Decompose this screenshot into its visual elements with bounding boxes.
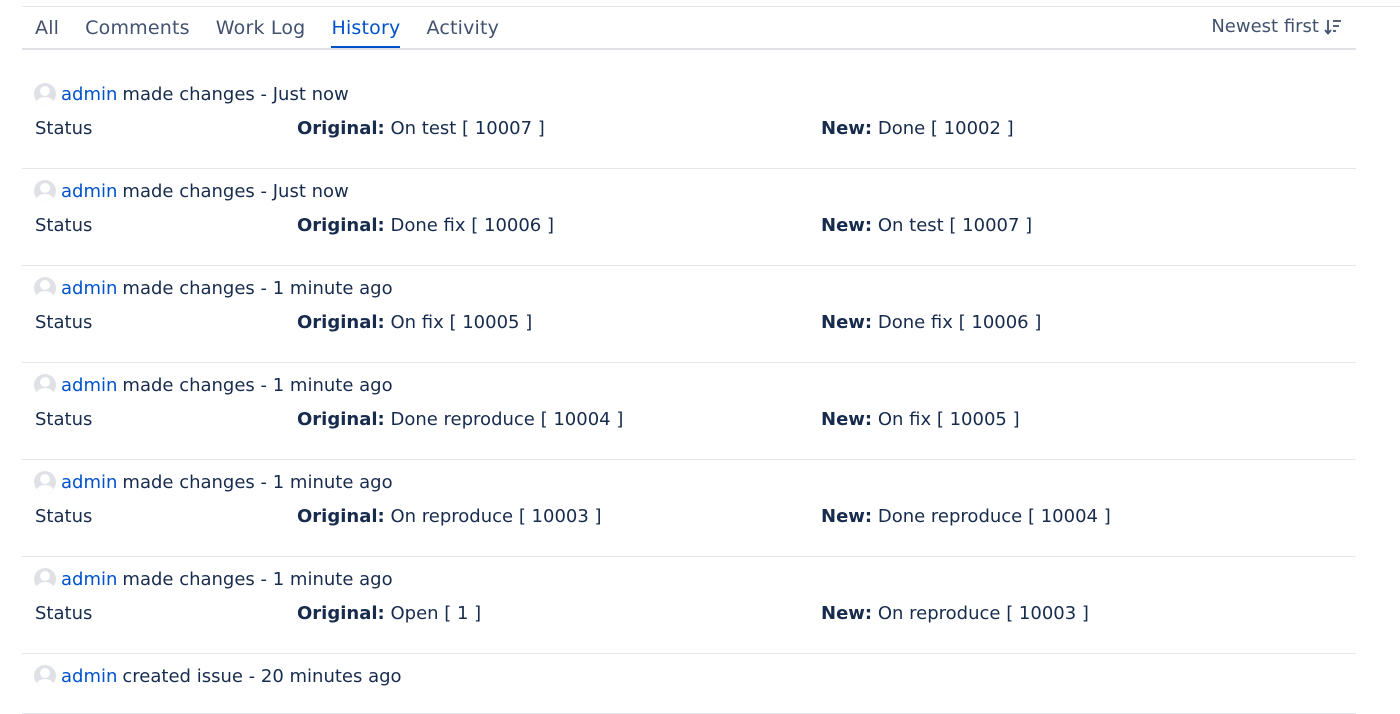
history-action: made changes - 1 minute ago	[122, 277, 393, 299]
top-divider	[22, 6, 1400, 7]
history-entry-header: admin made changes - 1 minute ago	[34, 277, 393, 299]
avatar	[34, 665, 56, 687]
original-text: Done fix [ 10006 ]	[390, 215, 555, 236]
new-value: New: On reproduce [ 10003 ]	[821, 603, 1089, 624]
new-label: New:	[821, 409, 873, 430]
original-label: Original:	[297, 409, 385, 430]
avatar	[34, 374, 56, 396]
tab-activity[interactable]: Activity	[426, 17, 499, 45]
history-action: made changes - Just now	[122, 83, 349, 105]
avatar	[34, 471, 56, 493]
changed-field: Status	[35, 506, 93, 527]
original-text: On reproduce [ 10003 ]	[390, 506, 602, 527]
original-value: Original: Open [ 1 ]	[297, 603, 481, 624]
avatar	[34, 83, 56, 105]
user-link[interactable]: admin	[61, 181, 117, 202]
history-entry-header: admin made changes - Just now	[34, 180, 349, 202]
changed-field: Status	[35, 603, 93, 624]
user-link[interactable]: admin	[61, 278, 117, 299]
sort-order-button[interactable]: Newest first	[1211, 16, 1342, 37]
new-label: New:	[821, 312, 873, 333]
new-text: On fix [ 10005 ]	[877, 409, 1020, 430]
history-entry: admin made changes - 1 minute ago Status…	[22, 363, 1356, 460]
original-label: Original:	[297, 118, 385, 139]
history-entry-header: admin made changes - 1 minute ago	[34, 471, 393, 493]
activity-tabs: All Comments Work Log History Activity	[35, 17, 525, 48]
tab-work-log[interactable]: Work Log	[216, 17, 306, 45]
history-entry: admin made changes - Just now Status Ori…	[22, 169, 1356, 266]
new-text: Done [ 10002 ]	[877, 118, 1014, 139]
original-value: Original: On fix [ 10005 ]	[297, 312, 532, 333]
history-action: created issue - 20 minutes ago	[122, 665, 402, 687]
user-link[interactable]: admin	[61, 375, 117, 396]
original-value: Original: On reproduce [ 10003 ]	[297, 506, 602, 527]
new-text: On reproduce [ 10003 ]	[877, 603, 1089, 624]
history-entry: admin made changes - 1 minute ago Status…	[22, 266, 1356, 363]
new-value: New: Done fix [ 10006 ]	[821, 312, 1041, 333]
avatar	[34, 180, 56, 202]
user-link[interactable]: admin	[61, 569, 117, 590]
avatar	[34, 277, 56, 299]
changed-field: Status	[35, 312, 93, 333]
original-value: Original: Done reproduce [ 10004 ]	[297, 409, 623, 430]
history-list: admin made changes - Just now Status Ori…	[22, 72, 1356, 714]
user-link[interactable]: admin	[61, 84, 117, 105]
new-value: New: On fix [ 10005 ]	[821, 409, 1020, 430]
new-text: Done fix [ 10006 ]	[877, 312, 1042, 333]
original-label: Original:	[297, 506, 385, 527]
original-text: Open [ 1 ]	[390, 603, 482, 624]
original-label: Original:	[297, 312, 385, 333]
history-action: made changes - 1 minute ago	[122, 471, 393, 493]
original-label: Original:	[297, 603, 385, 624]
history-entry-created: admin created issue - 20 minutes ago	[22, 654, 1356, 714]
new-label: New:	[821, 603, 873, 624]
original-text: Done reproduce [ 10004 ]	[390, 409, 624, 430]
history-entry-header: admin made changes - 1 minute ago	[34, 374, 393, 396]
history-entry-header: admin made changes - Just now	[34, 83, 349, 105]
new-label: New:	[821, 215, 873, 236]
tab-all[interactable]: All	[35, 17, 59, 45]
sort-descending-icon	[1324, 19, 1341, 35]
changed-field: Status	[35, 118, 93, 139]
sort-order-label: Newest first	[1211, 16, 1319, 37]
original-value: Original: Done fix [ 10006 ]	[297, 215, 554, 236]
history-action: made changes - 1 minute ago	[122, 374, 393, 396]
new-value: New: Done reproduce [ 10004 ]	[821, 506, 1111, 527]
new-value: New: On test [ 10007 ]	[821, 215, 1032, 236]
tab-comments[interactable]: Comments	[85, 17, 190, 45]
changed-field: Status	[35, 215, 93, 236]
history-entry: admin made changes - 1 minute ago Status…	[22, 557, 1356, 654]
new-text: On test [ 10007 ]	[877, 215, 1033, 236]
original-label: Original:	[297, 215, 385, 236]
history-entry-header: admin made changes - 1 minute ago	[34, 568, 393, 590]
original-text: On test [ 10007 ]	[390, 118, 545, 139]
history-action: made changes - 1 minute ago	[122, 568, 393, 590]
history-entry-header: admin created issue - 20 minutes ago	[34, 665, 402, 687]
avatar	[34, 568, 56, 590]
user-link[interactable]: admin	[61, 666, 117, 687]
history-entry: admin made changes - Just now Status Ori…	[22, 72, 1356, 169]
original-value: Original: On test [ 10007 ]	[297, 118, 545, 139]
history-action: made changes - Just now	[122, 180, 349, 202]
activity-tabs-bar: All Comments Work Log History Activity N…	[22, 8, 1356, 50]
user-link[interactable]: admin	[61, 472, 117, 493]
new-value: New: Done [ 10002 ]	[821, 118, 1014, 139]
new-label: New:	[821, 506, 873, 527]
changed-field: Status	[35, 409, 93, 430]
original-text: On fix [ 10005 ]	[390, 312, 533, 333]
new-label: New:	[821, 118, 873, 139]
history-entry: admin made changes - 1 minute ago Status…	[22, 460, 1356, 557]
tab-history[interactable]: History	[331, 17, 401, 48]
new-text: Done reproduce [ 10004 ]	[877, 506, 1111, 527]
